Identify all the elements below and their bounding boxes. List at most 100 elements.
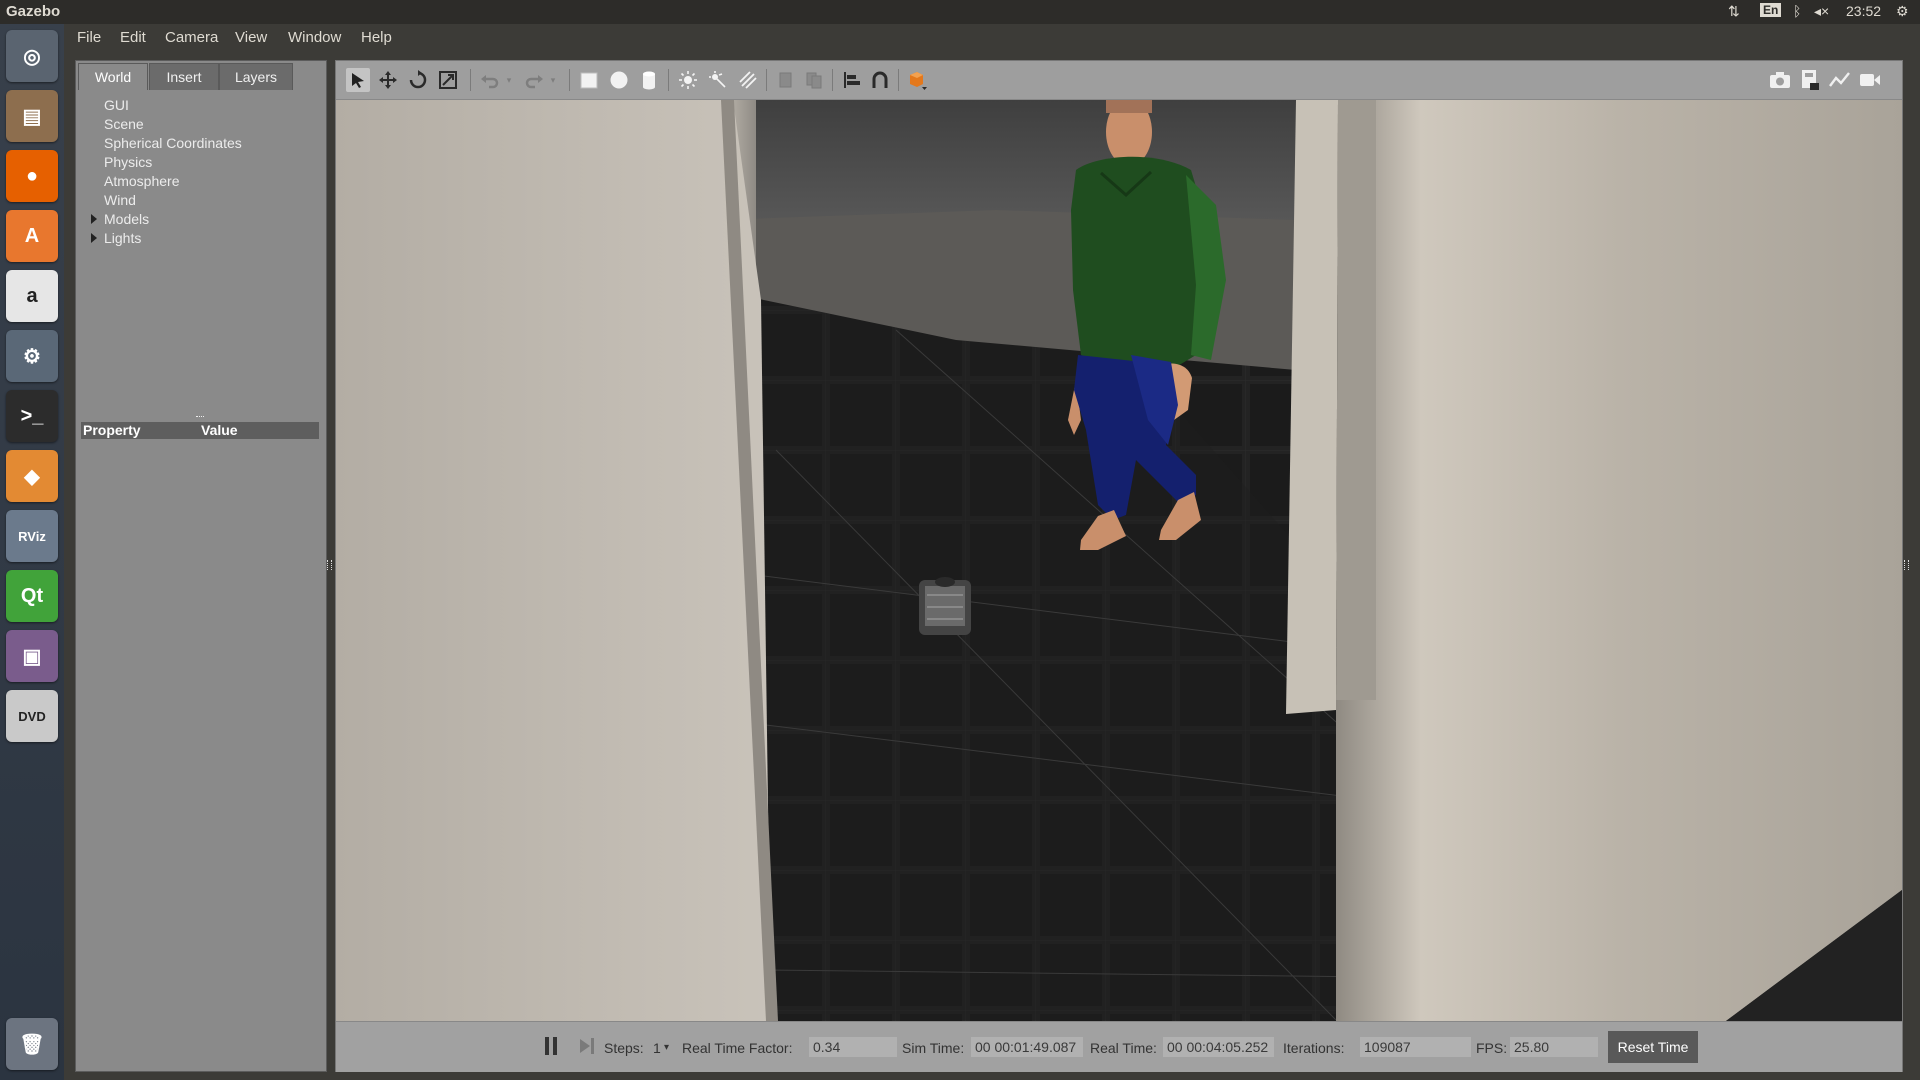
sound-muted-icon[interactable]: ◂× bbox=[1814, 3, 1829, 20]
sim-time-value: 00 00:01:49.087 bbox=[971, 1037, 1083, 1057]
toolbar-separator bbox=[898, 69, 899, 91]
network-icon[interactable]: ⇅ bbox=[1728, 3, 1740, 20]
tree-item-scene[interactable]: Scene bbox=[104, 116, 144, 132]
spot-light-icon[interactable] bbox=[706, 68, 730, 92]
plot-icon[interactable] bbox=[1828, 68, 1852, 92]
simulation-status-bar: Steps: 1 ▾ Real Time Factor: 0.34 Sim Ti… bbox=[336, 1021, 1902, 1072]
property-column-header[interactable]: Property bbox=[83, 422, 141, 438]
paste-icon[interactable] bbox=[802, 68, 826, 92]
record-video-icon[interactable] bbox=[1858, 68, 1882, 92]
splitter-handle[interactable] bbox=[196, 416, 204, 421]
expand-arrow-icon[interactable] bbox=[91, 214, 97, 224]
box-icon[interactable] bbox=[577, 68, 601, 92]
log-icon[interactable] bbox=[1798, 68, 1822, 92]
launcher: ◎ ▤ ● Aa ⚙ >_ ◆ RViz Qt ▣ DVD 🗑 bbox=[0, 24, 64, 1080]
reset-time-button[interactable]: Reset Time bbox=[1608, 1031, 1698, 1063]
toolbar-separator bbox=[470, 69, 471, 91]
tree-item-lights-label: Lights bbox=[104, 230, 142, 246]
gear-icon[interactable]: ⚙ bbox=[1896, 3, 1909, 20]
rotate-icon[interactable] bbox=[406, 68, 430, 92]
iterations-label: Iterations: bbox=[1283, 1040, 1345, 1056]
menu-file[interactable]: File bbox=[77, 29, 101, 46]
tree-item-models[interactable]: Models bbox=[91, 211, 150, 229]
robot-model bbox=[919, 577, 971, 635]
left-panel: World Insert Layers GUI Scene Spherical … bbox=[75, 60, 327, 1072]
toolbar-separator bbox=[832, 69, 833, 91]
software-center-icon[interactable]: A bbox=[6, 210, 58, 262]
menu-camera[interactable]: Camera bbox=[165, 29, 218, 46]
fps-value: 25.80 bbox=[1510, 1037, 1598, 1057]
qt-creator-icon[interactable]: Qt bbox=[6, 570, 58, 622]
directional-light-icon[interactable] bbox=[736, 68, 760, 92]
clock[interactable]: 23:52 bbox=[1846, 3, 1881, 19]
tree-item-models-label: Models bbox=[104, 211, 150, 227]
change-view-icon[interactable] bbox=[906, 68, 930, 92]
scale-icon[interactable] bbox=[436, 68, 460, 92]
snap-icon[interactable] bbox=[868, 68, 892, 92]
translate-icon[interactable] bbox=[376, 68, 400, 92]
menu-bar: File Edit Camera View Window Help bbox=[64, 24, 1920, 52]
step-icon[interactable] bbox=[580, 1037, 596, 1055]
toolbar: ▾ ▾ bbox=[336, 61, 1902, 100]
trash-icon[interactable]: 🗑 bbox=[6, 1018, 58, 1070]
tree-item-spherical-coordinates[interactable]: Spherical Coordinates bbox=[104, 135, 242, 151]
copy-icon[interactable] bbox=[774, 68, 798, 92]
steps-label: Steps: bbox=[604, 1040, 644, 1056]
tree-item-atmosphere[interactable]: Atmosphere bbox=[104, 173, 179, 189]
tab-layers[interactable]: Layers bbox=[219, 63, 293, 90]
gazebo-icon[interactable]: ◆ bbox=[6, 450, 58, 502]
amazon-icon[interactable]: a bbox=[6, 270, 58, 322]
tab-insert[interactable]: Insert bbox=[149, 63, 219, 90]
bluetooth-icon[interactable]: ᛒ bbox=[1793, 3, 1801, 19]
expand-arrow-icon[interactable] bbox=[91, 233, 97, 243]
system-settings-icon[interactable]: ⚙ bbox=[6, 330, 58, 382]
property-table-header: Property Value bbox=[81, 422, 319, 439]
iterations-value: 109087 bbox=[1360, 1037, 1471, 1057]
viewport-frame: ▾ ▾ Steps: 1 ▾ Real Time Factor: 0.34 Si… bbox=[335, 60, 1903, 1072]
rviz-icon[interactable]: RViz bbox=[6, 510, 58, 562]
keyboard-layout-indicator[interactable]: En bbox=[1760, 3, 1782, 17]
menu-help[interactable]: Help bbox=[361, 29, 392, 46]
ubuntu-dash-icon[interactable]: ◎ bbox=[6, 30, 58, 82]
firefox-icon[interactable]: ● bbox=[6, 150, 58, 202]
toolbar-separator bbox=[766, 69, 767, 91]
pause-icon[interactable] bbox=[545, 1037, 559, 1055]
select-arrow-icon[interactable] bbox=[346, 68, 370, 92]
redo-icon[interactable] bbox=[522, 68, 546, 92]
tab-world[interactable]: World bbox=[78, 63, 148, 90]
toolbar-separator bbox=[668, 69, 669, 91]
rtf-label: Real Time Factor: bbox=[682, 1040, 793, 1056]
left-panel-resize-handle[interactable] bbox=[327, 560, 332, 570]
redo-dropdown-icon[interactable]: ▾ bbox=[546, 68, 560, 92]
tree-item-wind[interactable]: Wind bbox=[104, 192, 136, 208]
point-light-icon[interactable] bbox=[676, 68, 700, 92]
tree-item-gui[interactable]: GUI bbox=[104, 97, 129, 113]
right-panel-resize-handle[interactable] bbox=[1904, 560, 1909, 570]
dvd-icon[interactable]: DVD bbox=[6, 690, 58, 742]
3d-viewport[interactable] bbox=[336, 100, 1902, 1021]
terminal-icon[interactable]: >_ bbox=[6, 390, 58, 442]
rtf-value: 0.34 bbox=[809, 1037, 897, 1057]
toolbar-separator bbox=[569, 69, 570, 91]
menu-edit[interactable]: Edit bbox=[120, 29, 146, 46]
sphere-icon[interactable] bbox=[607, 68, 631, 92]
files-icon[interactable]: ▤ bbox=[6, 90, 58, 142]
real-time-value: 00 00:04:05.252 bbox=[1163, 1037, 1274, 1057]
fps-label: FPS: bbox=[1476, 1040, 1508, 1056]
tree-item-lights[interactable]: Lights bbox=[91, 230, 142, 248]
sim-time-label: Sim Time: bbox=[902, 1040, 965, 1056]
value-column-header[interactable]: Value bbox=[201, 422, 238, 438]
menu-window[interactable]: Window bbox=[288, 29, 341, 46]
top-panel: Gazebo ⇅ En ᛒ ◂× 23:52 ⚙ bbox=[0, 0, 1920, 24]
menu-view[interactable]: View bbox=[235, 29, 267, 46]
screen-recorder-icon[interactable]: ▣ bbox=[6, 630, 58, 682]
undo-icon[interactable] bbox=[478, 68, 502, 92]
screenshot-icon[interactable] bbox=[1768, 68, 1792, 92]
cylinder-icon[interactable] bbox=[637, 68, 661, 92]
steps-value[interactable]: 1 bbox=[653, 1040, 661, 1056]
tree-item-physics[interactable]: Physics bbox=[104, 154, 152, 170]
real-time-label: Real Time: bbox=[1090, 1040, 1157, 1056]
align-icon[interactable] bbox=[840, 68, 864, 92]
undo-dropdown-icon[interactable]: ▾ bbox=[502, 68, 516, 92]
steps-dropdown-icon[interactable]: ▾ bbox=[664, 1042, 669, 1053]
